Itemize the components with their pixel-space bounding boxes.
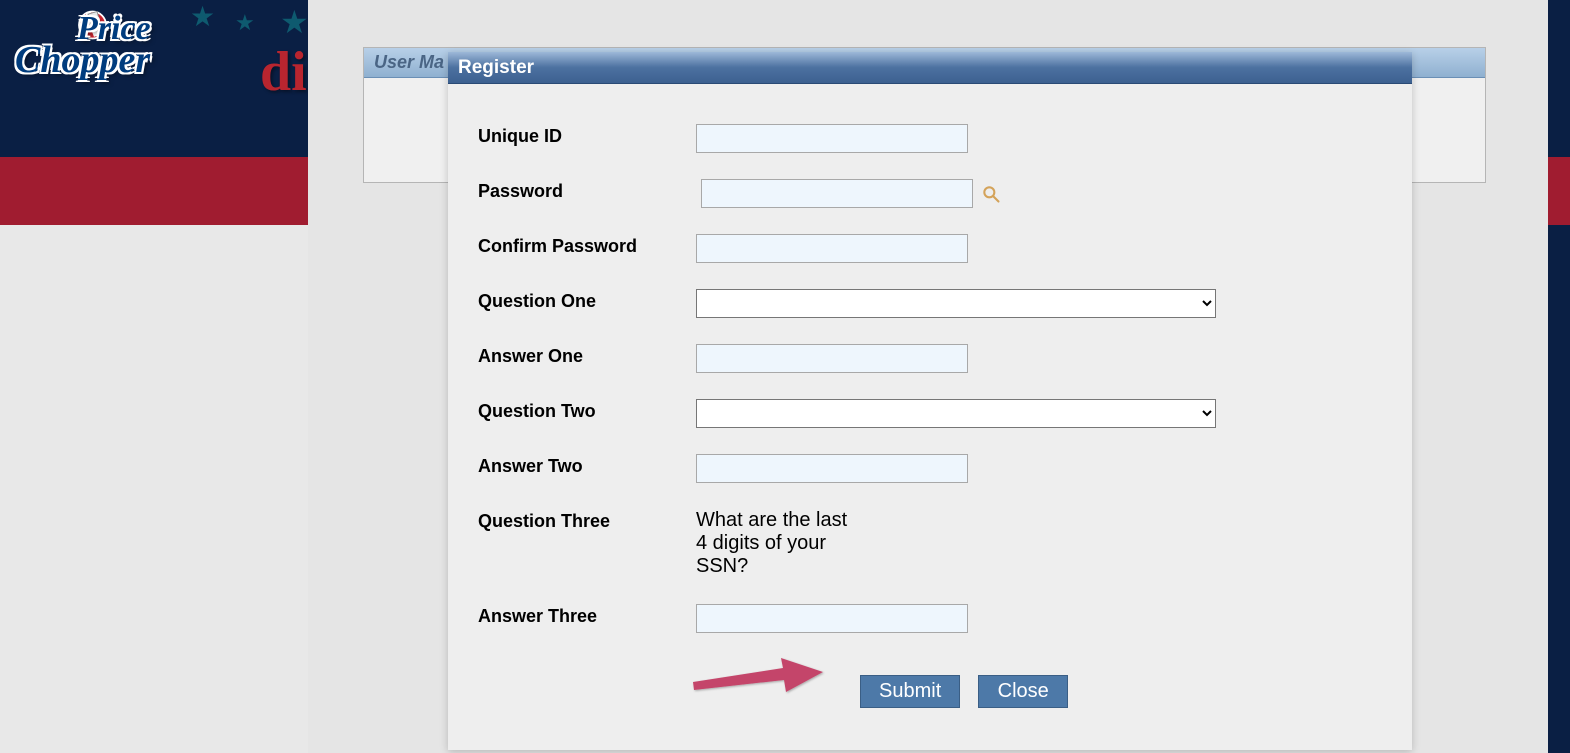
unique-id-input[interactable] xyxy=(696,124,968,153)
form-row-question-two: Question Two xyxy=(478,399,1382,428)
logo-area: ★ ★ ★ Price Chopper di xyxy=(15,5,295,105)
form-row-unique-id: Unique ID xyxy=(478,124,1382,153)
question-two-select[interactable] xyxy=(696,399,1216,428)
logo-text-partial: di xyxy=(260,40,307,104)
star-icon: ★ xyxy=(280,3,309,41)
form-row-password: Password xyxy=(478,179,1382,208)
close-button[interactable]: Close xyxy=(978,675,1068,708)
confirm-password-label: Confirm Password xyxy=(478,234,696,257)
submit-button[interactable]: Submit xyxy=(860,675,960,708)
password-input[interactable] xyxy=(701,179,973,208)
unique-id-label: Unique ID xyxy=(478,124,696,147)
form-row-answer-two: Answer Two xyxy=(478,454,1382,483)
right-edge-red xyxy=(1548,157,1570,225)
question-two-label: Question Two xyxy=(478,399,696,422)
register-modal: Register Unique ID Password Confirm Pass… xyxy=(448,52,1412,750)
answer-three-input[interactable] xyxy=(696,604,968,633)
form-row-confirm-password: Confirm Password xyxy=(478,234,1382,263)
question-three-label: Question Three xyxy=(478,509,696,532)
confirm-password-input[interactable] xyxy=(696,234,968,263)
answer-one-input[interactable] xyxy=(696,344,968,373)
question-three-text: What are the last 4 digits of your SSN? xyxy=(696,509,856,578)
answer-two-input[interactable] xyxy=(696,454,968,483)
form-row-answer-three: Answer Three xyxy=(478,604,1382,633)
logo-text-price: Price xyxy=(77,15,212,44)
modal-body: Unique ID Password Confirm Password xyxy=(448,84,1412,738)
answer-one-label: Answer One xyxy=(478,344,696,367)
password-label: Password xyxy=(478,179,696,202)
brand-logo: Price Chopper xyxy=(15,15,150,76)
form-row-answer-one: Answer One xyxy=(478,344,1382,373)
star-icon: ★ xyxy=(235,10,255,36)
magnify-icon[interactable] xyxy=(981,184,1001,204)
modal-title: Register xyxy=(448,52,1412,84)
right-edge-bg xyxy=(1548,0,1570,753)
button-row: Submit Close xyxy=(860,675,1382,708)
form-row-question-one: Question One xyxy=(478,289,1382,318)
question-one-label: Question One xyxy=(478,289,696,312)
answer-two-label: Answer Two xyxy=(478,454,696,477)
answer-three-label: Answer Three xyxy=(478,604,696,627)
form-row-question-three: Question Three What are the last 4 digit… xyxy=(478,509,1382,578)
question-one-select[interactable] xyxy=(696,289,1216,318)
